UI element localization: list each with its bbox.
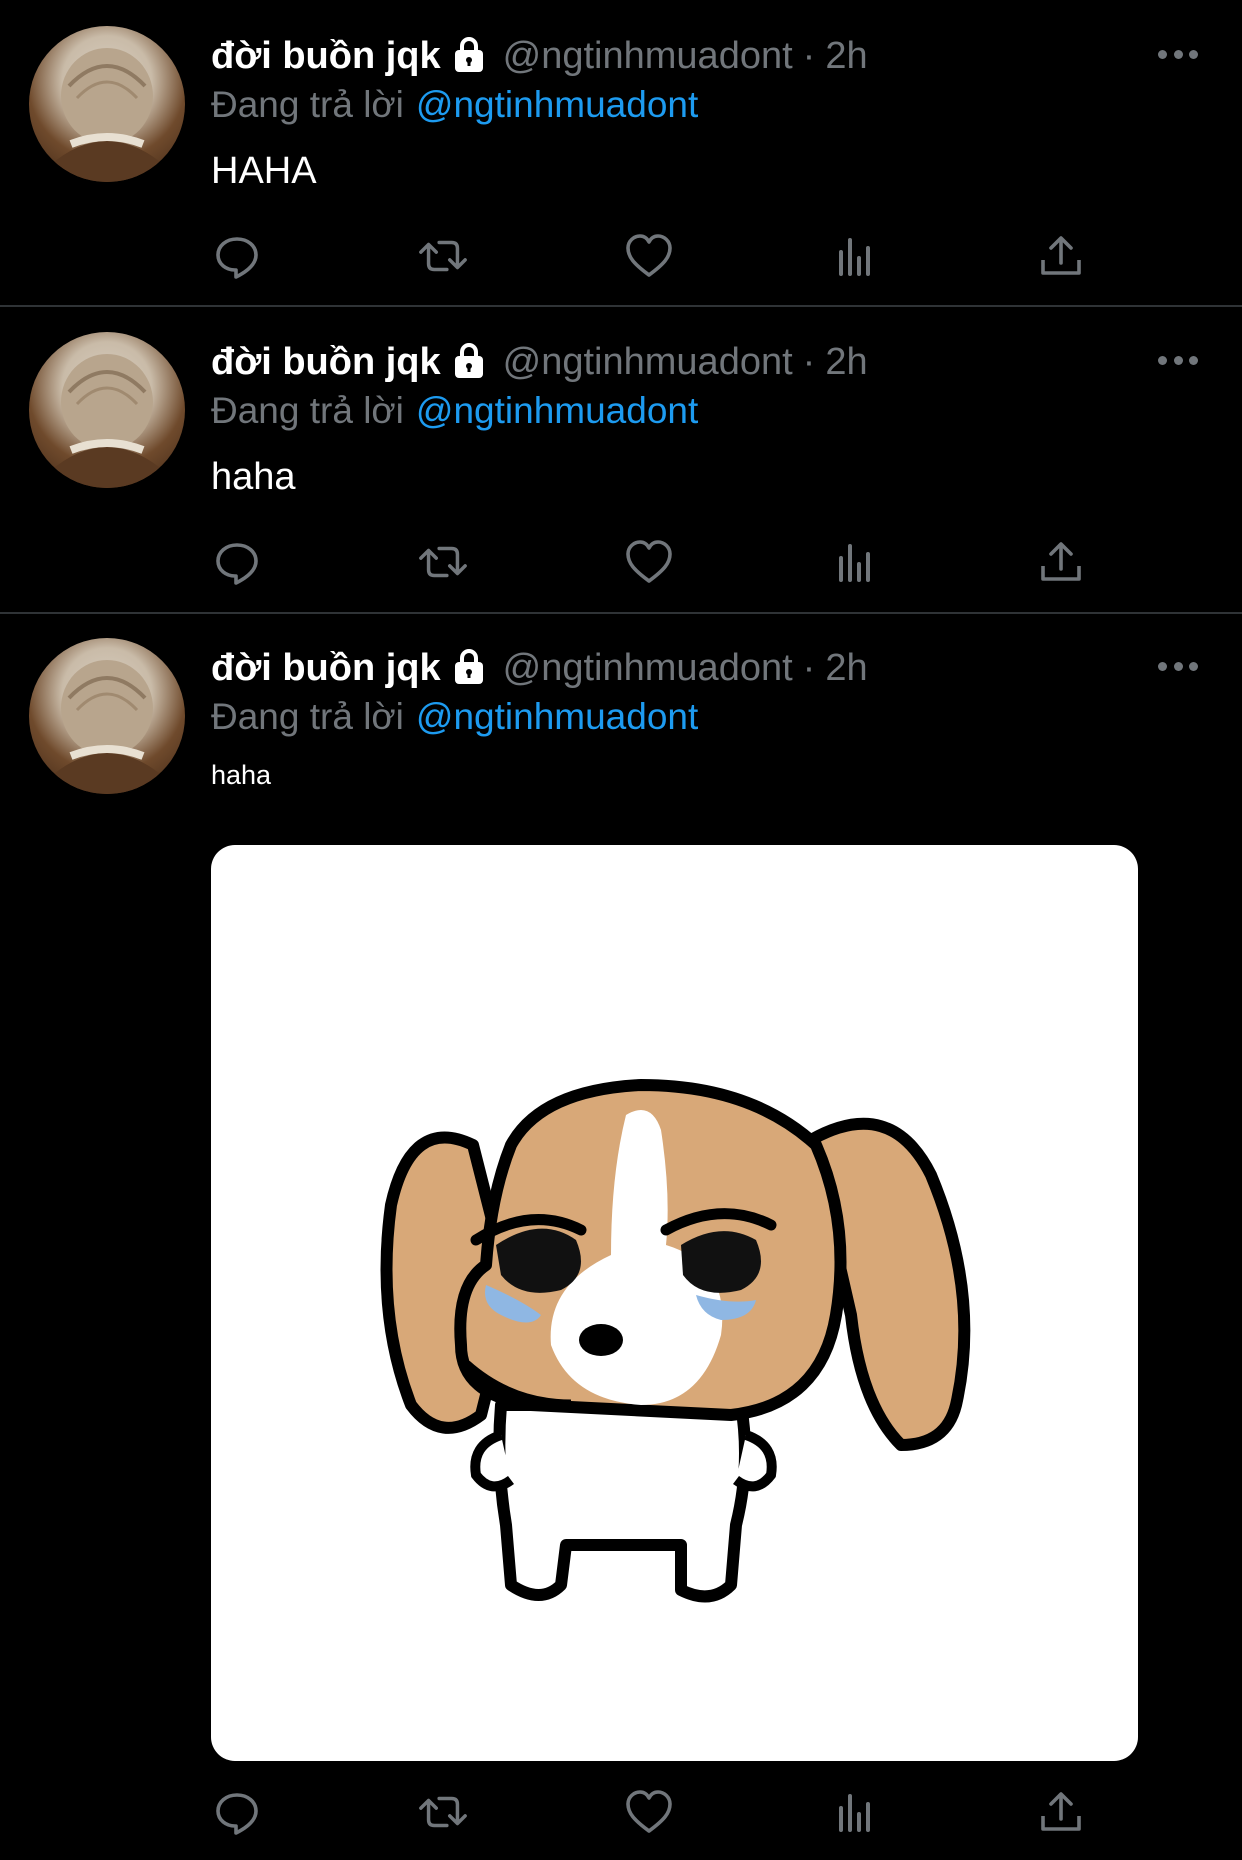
more-icon[interactable] [1158, 656, 1198, 676]
crying-puppy-sticker [380, 1079, 971, 1603]
retweet-icon[interactable] [417, 1786, 469, 1838]
timestamp[interactable]: 2h [825, 647, 867, 690]
tweet-header: đời buồn jqk @ngtinhmuadont · 2h [211, 642, 868, 694]
user-handle[interactable]: @ngtinhmuadont [503, 647, 793, 690]
tweet-media-image[interactable] [211, 845, 1138, 1761]
analytics-icon[interactable] [829, 1786, 881, 1838]
replying-label: Đang trả lời [211, 696, 404, 737]
replying-to: Đang trả lời @ngtinhmuadont [211, 696, 698, 738]
mention-link[interactable]: @ngtinhmuadont [416, 696, 698, 737]
reply-icon[interactable] [211, 1786, 263, 1838]
share-icon[interactable] [1035, 1786, 1087, 1838]
tweet-text: haha [211, 760, 272, 790]
avatar[interactable] [29, 638, 185, 794]
tweet[interactable]: đời buồn jqk @ngtinhmuadont · 2h Đang tr… [0, 0, 1242, 1860]
separator-dot: · [802, 646, 816, 689]
avatar-image [49, 660, 165, 794]
action-bar [211, 1786, 1091, 1838]
lock-icon [449, 646, 489, 691]
display-name[interactable]: đời buồn jqk [211, 647, 441, 690]
heart-icon[interactable] [623, 1786, 675, 1838]
